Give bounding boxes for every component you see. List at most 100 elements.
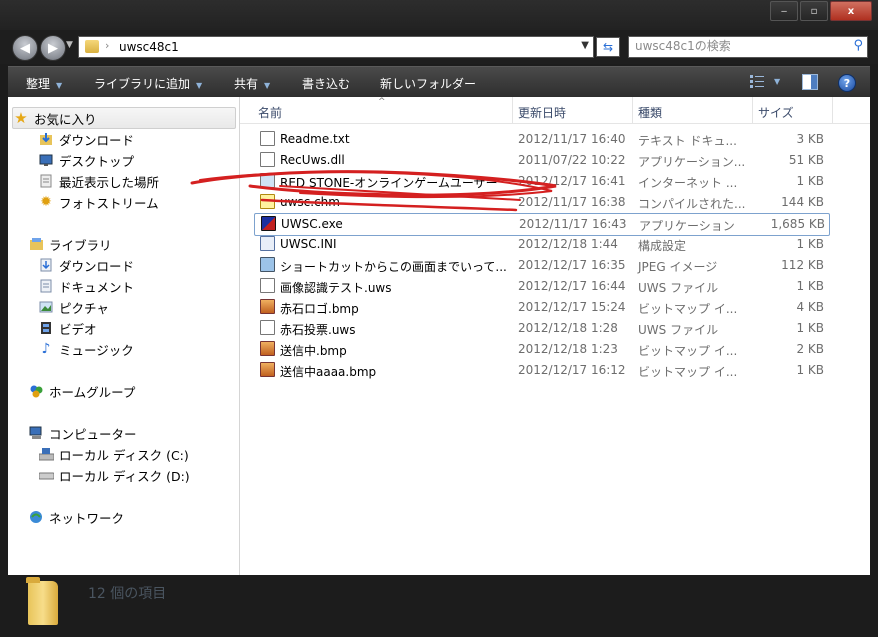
column-header-name[interactable]: 名前 bbox=[258, 104, 282, 121]
maximize-button[interactable]: ▫ bbox=[800, 1, 828, 21]
arrow-right-icon: ▶ bbox=[48, 40, 58, 56]
videos-icon bbox=[38, 320, 54, 336]
dll-file-icon bbox=[260, 152, 275, 167]
uws-file-icon bbox=[260, 278, 275, 293]
sidebar-item-documents[interactable]: ドキュメント bbox=[38, 276, 134, 296]
back-button[interactable]: ◀ bbox=[12, 35, 38, 61]
command-bar: 整理 ▼ ライブラリに追加 ▼ 共有 ▼ 書き込む 新しいフォルダー ▼ ? bbox=[8, 66, 870, 97]
file-row[interactable]: RecUws.dll 2011/07/22 10:22 アプリケーション... … bbox=[254, 150, 828, 171]
sidebar-label: ダウンロード bbox=[59, 132, 135, 148]
file-size: 4 KB bbox=[796, 300, 824, 314]
breadcrumb-path[interactable]: uwsc48c1 bbox=[119, 40, 179, 54]
organize-label: 整理 bbox=[26, 77, 51, 91]
sidebar-item-lib-downloads[interactable]: ダウンロード bbox=[38, 255, 134, 275]
sort-ascending-icon: ^ bbox=[378, 97, 386, 107]
file-row[interactable]: ショートカットからこの画面までいって... 2012/12/17 16:35 J… bbox=[254, 255, 828, 276]
file-type: ビットマップ イ... bbox=[638, 302, 738, 316]
file-date: 2012/12/17 16:44 bbox=[518, 279, 626, 293]
sidebar-favorites[interactable]: ★ お気に入り bbox=[12, 107, 236, 129]
file-row[interactable]: 赤石ロゴ.bmp 2012/12/17 15:24 ビットマップ イ... 4 … bbox=[254, 297, 828, 318]
burn-button[interactable]: 書き込む bbox=[302, 75, 350, 92]
address-dropdown-icon[interactable]: ▼ bbox=[581, 40, 589, 51]
sidebar-network[interactable]: ネットワーク bbox=[28, 507, 124, 527]
sidebar-item-downloads[interactable]: ダウンロード bbox=[38, 129, 134, 149]
breadcrumb-separator[interactable]: › bbox=[105, 39, 109, 52]
sidebar-label: ローカル ディスク (C:) bbox=[59, 447, 189, 463]
file-date: 2012/12/17 16:35 bbox=[518, 258, 626, 272]
refresh-button[interactable]: ⇆ bbox=[596, 37, 620, 57]
view-dropdown-icon[interactable]: ▼ bbox=[774, 77, 780, 86]
file-name: 送信中aaaa.bmp bbox=[280, 365, 377, 379]
share-label: 共有 bbox=[234, 77, 259, 91]
file-size: 2 KB bbox=[796, 342, 824, 356]
file-size: 1 KB bbox=[796, 279, 824, 293]
file-name: uwsc.chm bbox=[280, 195, 340, 209]
file-row[interactable]: Readme.txt 2012/11/17 16:40 テキスト ドキュ... … bbox=[254, 129, 828, 150]
arrow-left-icon: ◀ bbox=[20, 40, 30, 56]
sidebar-item-photostream[interactable]: ✹ フォトストリーム bbox=[38, 192, 159, 212]
file-date: 2012/12/18 1:44 bbox=[518, 237, 618, 251]
sidebar-label: デスクトップ bbox=[59, 153, 135, 169]
minimize-button[interactable]: ‒ bbox=[770, 1, 798, 21]
sidebar-item-drive-d[interactable]: ローカル ディスク (D:) bbox=[38, 465, 190, 485]
file-row[interactable]: 赤石投票.uws 2012/12/18 1:28 UWS ファイル 1 KB bbox=[254, 318, 828, 339]
column-divider[interactable] bbox=[832, 97, 833, 123]
sidebar-item-videos[interactable]: ビデオ bbox=[38, 318, 97, 338]
help-icon[interactable]: ? bbox=[838, 74, 856, 92]
file-size: 3 KB bbox=[796, 132, 824, 146]
file-name: 画像認識テスト.uws bbox=[280, 281, 392, 295]
close-button[interactable]: x bbox=[830, 1, 872, 21]
sidebar-label: お気に入り bbox=[34, 111, 97, 127]
organize-button[interactable]: 整理 ▼ bbox=[26, 75, 62, 92]
add-to-library-button[interactable]: ライブラリに追加 ▼ bbox=[94, 75, 202, 92]
sidebar-item-drive-c[interactable]: ローカル ディスク (C:) bbox=[38, 444, 189, 464]
search-icon[interactable]: ⚲ bbox=[853, 38, 863, 53]
column-divider[interactable] bbox=[512, 97, 513, 123]
sidebar-item-recent-places[interactable]: 最近表示した場所 bbox=[38, 171, 159, 191]
sidebar-homegroup[interactable]: ホームグループ bbox=[28, 381, 135, 401]
file-name: UWSC.exe bbox=[281, 217, 343, 231]
new-folder-button[interactable]: 新しいフォルダー bbox=[380, 75, 476, 92]
ini-file-icon bbox=[260, 236, 275, 251]
refresh-icon: ⇆ bbox=[602, 40, 614, 54]
file-type: 構成設定 bbox=[638, 239, 687, 253]
sidebar-libraries[interactable]: ライブラリ bbox=[28, 234, 112, 254]
forward-button[interactable]: ▶ bbox=[40, 35, 66, 61]
search-input[interactable] bbox=[635, 39, 835, 53]
preview-pane-icon[interactable] bbox=[802, 74, 818, 90]
sidebar-item-desktop[interactable]: デスクトップ bbox=[38, 150, 134, 170]
file-date: 2012/12/17 15:24 bbox=[518, 300, 626, 314]
file-list: ^ 名前 更新日時 種類 サイズ Readme.txt 2012/11/17 1… bbox=[240, 97, 870, 575]
column-header-type[interactable]: 種類 bbox=[638, 104, 662, 121]
search-box[interactable]: ⚲ bbox=[628, 36, 868, 58]
column-divider[interactable] bbox=[752, 97, 753, 123]
view-options-icon[interactable] bbox=[750, 74, 766, 88]
file-type: UWS ファイル bbox=[638, 323, 719, 337]
sidebar-label: ホームグループ bbox=[49, 384, 136, 400]
column-header-date[interactable]: 更新日時 bbox=[518, 104, 566, 121]
file-row[interactable]: RED STONE-オンラインゲームユーザー 2012/12/17 16:41 … bbox=[254, 171, 828, 192]
file-row[interactable]: UWSC.INI 2012/12/18 1:44 構成設定 1 KB bbox=[254, 234, 828, 255]
recent-pages-dropdown[interactable]: ▼ bbox=[66, 40, 73, 50]
sidebar-computer[interactable]: コンピューター bbox=[28, 423, 137, 443]
details-pane: 12 個の項目 bbox=[0, 576, 878, 637]
column-divider[interactable] bbox=[632, 97, 633, 123]
share-button[interactable]: 共有 ▼ bbox=[234, 75, 270, 92]
bmp-file-icon bbox=[260, 299, 275, 314]
chevron-down-icon: ▼ bbox=[196, 81, 203, 90]
sidebar-item-music[interactable]: ♪ ミュージック bbox=[38, 339, 134, 359]
file-row[interactable]: uwsc.chm 2012/11/17 16:38 コンパイルされた... 14… bbox=[254, 192, 828, 213]
file-type: UWS ファイル bbox=[638, 281, 719, 295]
file-row[interactable]: 送信中aaaa.bmp 2012/12/17 16:12 ビットマップ イ...… bbox=[254, 360, 828, 381]
recent-places-icon bbox=[38, 173, 54, 189]
file-row[interactable]: 画像認識テスト.uws 2012/12/17 16:44 UWS ファイル 1 … bbox=[254, 276, 828, 297]
file-row[interactable]: 送信中.bmp 2012/12/18 1:23 ビットマップ イ... 2 KB bbox=[254, 339, 828, 360]
computer-icon bbox=[28, 425, 44, 441]
column-header-size[interactable]: サイズ bbox=[758, 104, 794, 121]
downloads-icon bbox=[38, 131, 54, 147]
sidebar-label: ローカル ディスク (D:) bbox=[59, 468, 190, 484]
file-row-selected[interactable]: UWSC.exe 2012/11/17 16:43 アプリケーション 1,685… bbox=[254, 213, 830, 236]
file-name: RED STONE-オンラインゲームユーザー bbox=[280, 176, 498, 190]
address-field[interactable]: › uwsc48c1 ▼ bbox=[78, 36, 594, 58]
sidebar-item-pictures[interactable]: ピクチャ bbox=[38, 297, 109, 317]
